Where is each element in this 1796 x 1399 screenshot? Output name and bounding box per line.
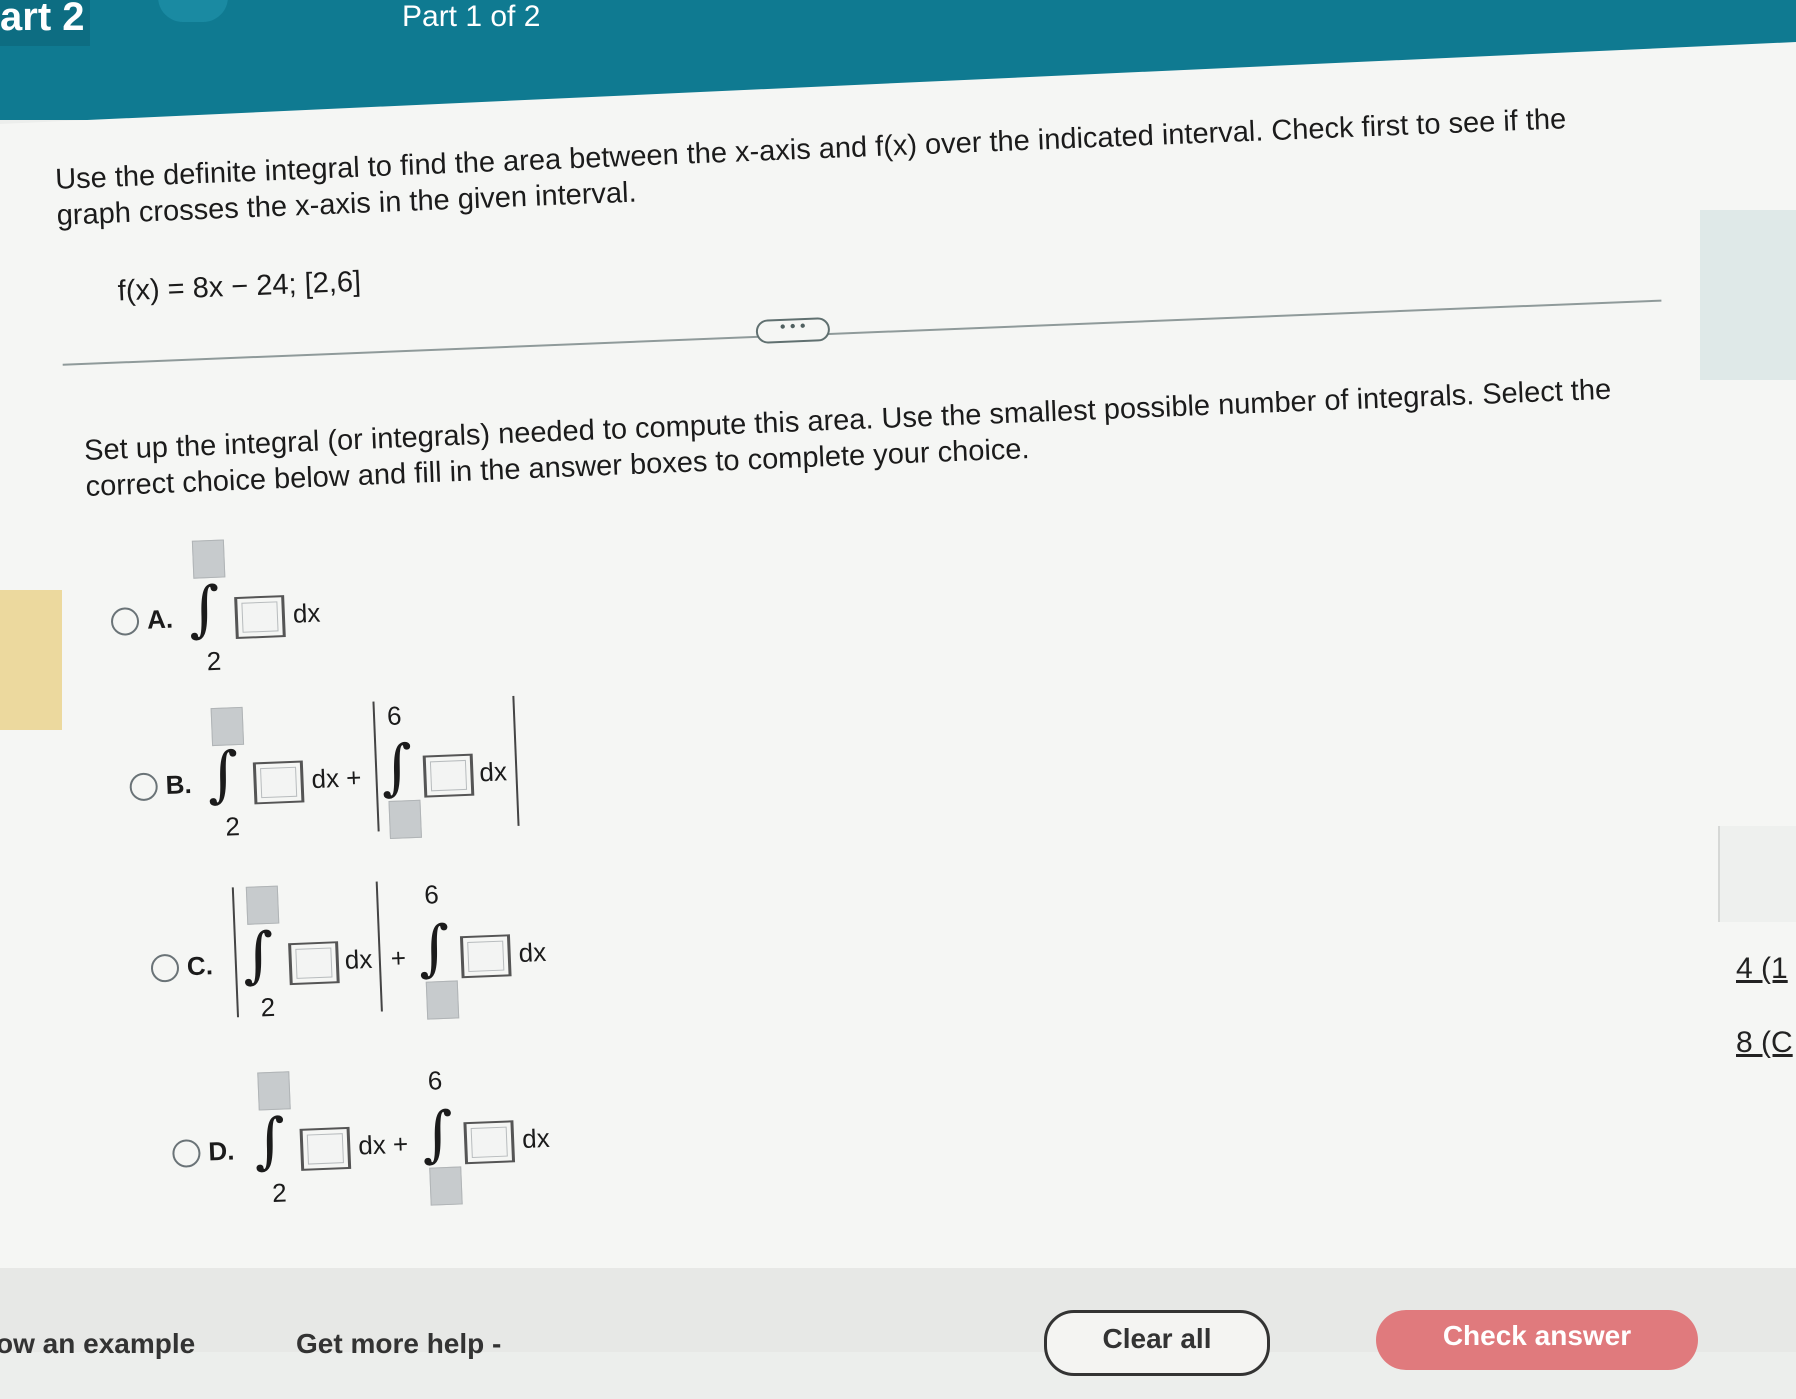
choice-b-integrand-2-input[interactable] — [422, 753, 475, 798]
choice-d-lower-limit: 2 — [271, 1177, 288, 1209]
integral-sign: ∫ — [420, 1098, 455, 1170]
choice-a-radio[interactable] — [110, 606, 140, 637]
choice-d-upper-limit-input[interactable] — [257, 1071, 291, 1111]
integral-sign: ∫ — [205, 739, 240, 811]
choice-c-upper-limit-input[interactable] — [245, 885, 280, 925]
abs-bar-left — [231, 887, 240, 1018]
choice-b-upper-limit-2: 6 — [386, 700, 403, 732]
choice-d-integrand-1-input[interactable] — [299, 1126, 352, 1171]
view-example-link[interactable]: ow an example — [0, 1328, 195, 1360]
choice-a-label: A. — [146, 603, 174, 635]
integral-sign: ∫ — [417, 912, 452, 984]
choice-d-label: D. — [207, 1135, 235, 1167]
abs-bar-right — [512, 695, 520, 826]
choice-b[interactable]: B. ∫ 2 dx + 6 ∫ dx — [115, 692, 621, 862]
choice-d-lower-limit-2-input[interactable] — [429, 1166, 463, 1206]
clear-all-button[interactable]: Clear all — [1044, 1310, 1270, 1376]
choice-c-plus: + — [390, 942, 407, 974]
integral-sign: ∫ — [252, 1105, 287, 1177]
choice-c-lower-limit-2-input[interactable] — [425, 980, 460, 1020]
choice-c-integrand-2-input[interactable] — [459, 934, 512, 979]
abs-bar-right — [375, 881, 383, 1012]
choice-b-lower-limit: 2 — [224, 811, 241, 842]
choice-a-dx: dx — [292, 597, 321, 629]
choice-b-label: B. — [165, 768, 193, 800]
integral-sign: ∫ — [379, 732, 414, 804]
choice-a-lower-limit: 2 — [206, 645, 222, 677]
choice-b-dx-plus: dx + — [310, 762, 362, 795]
choice-c[interactable]: C. ∫ 2 dx + 6 ∫ dx — [136, 871, 642, 1041]
question-content: Use the definite integral to find the ar… — [0, 0, 1796, 1399]
choice-d-upper-limit-2: 6 — [427, 1065, 443, 1096]
back-button[interactable] — [158, 0, 228, 22]
section-divider — [62, 299, 1662, 366]
choice-d-integrand-2-input[interactable] — [463, 1120, 516, 1165]
choice-a-integrand-input[interactable] — [234, 595, 286, 640]
choice-c-radio[interactable] — [150, 953, 180, 983]
abs-bar-left — [372, 701, 380, 832]
choice-c-dx: dx — [344, 943, 373, 975]
integral-sign: ∫ — [241, 919, 276, 992]
expand-more-button[interactable]: • • • — [755, 316, 831, 344]
question-line-1: Use the definite integral to find the ar… — [54, 103, 1567, 196]
choice-c-lower-limit: 2 — [260, 991, 276, 1023]
choice-c-integrand-1-input[interactable] — [288, 941, 340, 986]
choice-b-lower-limit-2-input[interactable] — [388, 799, 422, 840]
choice-c-upper-limit-2: 6 — [423, 879, 440, 910]
choice-a-upper-limit-input[interactable] — [191, 539, 226, 579]
choice-b-integrand-1-input[interactable] — [252, 760, 305, 805]
choice-d-dx: dx — [521, 1122, 551, 1154]
check-answer-button[interactable]: Check answer — [1376, 1310, 1698, 1370]
choice-a[interactable]: A. ∫ 2 dx — [96, 529, 502, 695]
function-expression: f(x) = 8x − 24; [2,6] — [117, 265, 362, 308]
get-more-help-link[interactable]: Get more help - — [296, 1328, 501, 1360]
part-tab[interactable]: art 2 — [0, 0, 90, 46]
choice-b-dx: dx — [478, 756, 508, 788]
integral-sign: ∫ — [187, 573, 222, 645]
choice-d-radio[interactable] — [171, 1138, 201, 1168]
choice-c-dx2: dx — [518, 936, 547, 968]
choice-b-radio[interactable] — [129, 772, 159, 802]
choice-d[interactable]: D. ∫ 2 dx + 6 ∫ dx — [157, 1056, 663, 1226]
choice-d-dx-plus: dx + — [357, 1128, 409, 1161]
choice-c-label: C. — [186, 950, 214, 982]
